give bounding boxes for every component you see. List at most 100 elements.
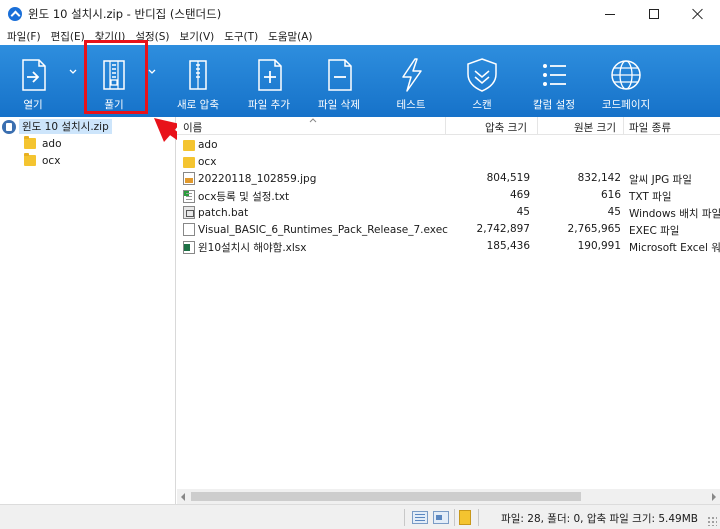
- details-view-icon[interactable]: [412, 511, 428, 524]
- txt-file-icon: [183, 190, 195, 203]
- scroll-right-icon[interactable]: [712, 493, 716, 501]
- original-size: 45: [607, 206, 621, 218]
- test-button[interactable]: 테스트: [388, 45, 434, 117]
- delete-file-icon: [328, 59, 352, 91]
- file-name-cell: patch.bat: [183, 206, 248, 219]
- add-file-label: 파일 추가: [248, 99, 290, 111]
- bat-file-icon: [183, 206, 195, 219]
- original-size: 2,765,965: [567, 223, 621, 235]
- scan-label: 스캔: [472, 99, 492, 111]
- open-button[interactable]: 열기: [13, 45, 53, 117]
- folder-icon: [183, 140, 195, 151]
- file-row[interactable]: Visual_BASIC_6_Runtimes_Pack_Release_7.e…: [177, 221, 720, 238]
- file-name: 20220118_102859.jpg: [198, 172, 317, 185]
- add-file-button[interactable]: 파일 추가: [240, 45, 298, 117]
- column-header-original[interactable]: 원본 크기: [574, 120, 616, 135]
- file-name: Visual_BASIC_6_Runtimes_Pack_Release_7.e…: [198, 223, 448, 236]
- file-name-cell: ocx: [183, 155, 216, 168]
- file-name-cell: ocx등록 및 설정.txt: [183, 189, 289, 204]
- title-bar: 윈도 10 설치시.zip - 반디집 (스탠더드): [0, 0, 720, 28]
- new-archive-icon: [189, 60, 207, 90]
- column-settings-button[interactable]: 칼럼 설정: [526, 45, 582, 117]
- original-size: 616: [600, 189, 621, 201]
- menu-tools[interactable]: 도구(T): [219, 29, 263, 44]
- file-row[interactable]: ocx: [177, 153, 720, 170]
- window-title: 윈도 10 설치시.zip - 반디집 (스탠더드): [28, 7, 222, 21]
- file-row[interactable]: patch.bat 45 45 Windows 배치 파일: [177, 204, 720, 221]
- jpg-file-icon: [183, 172, 195, 185]
- codepage-label: 코드페이지: [601, 99, 651, 111]
- list-header: 이름 압축 크기 원본 크기 파일 종류: [177, 117, 720, 135]
- status-divider: [478, 509, 479, 526]
- delete-file-label: 파일 삭제: [318, 99, 360, 111]
- file-name-cell: Visual_BASIC_6_Runtimes_Pack_Release_7.e…: [183, 223, 448, 236]
- file-name: 윈10설치시 해야함.xlsx: [198, 242, 307, 254]
- folder-icon: [183, 157, 195, 168]
- zip-archive-icon: [2, 119, 16, 134]
- close-button[interactable]: [676, 0, 720, 28]
- column-divider[interactable]: [537, 117, 538, 135]
- packed-size: 2,742,897: [476, 223, 530, 235]
- file-type: EXEC 파일: [629, 225, 680, 237]
- file-row[interactable]: ocx등록 및 설정.txt 469 616 TXT 파일: [177, 187, 720, 204]
- packed-size: 185,436: [486, 240, 530, 252]
- column-divider[interactable]: [445, 117, 446, 135]
- scan-button[interactable]: 스캔: [460, 45, 504, 117]
- original-size: 832,142: [577, 172, 621, 184]
- delete-file-button[interactable]: 파일 삭제: [310, 45, 368, 117]
- packed-size: 45: [516, 206, 530, 218]
- test-label: 테스트: [396, 99, 426, 111]
- maximize-button[interactable]: [632, 0, 676, 28]
- open-dropdown-chevron-icon[interactable]: [68, 67, 78, 77]
- tree-root-item[interactable]: 윈도 10 설치시.zip: [2, 119, 112, 134]
- new-archive-button[interactable]: 새로 압축: [170, 45, 226, 117]
- packed-size: 804,519: [486, 172, 530, 184]
- file-name: ocx등록 및 설정.txt: [198, 191, 290, 203]
- original-size: 190,991: [577, 240, 621, 252]
- status-divider: [454, 509, 455, 526]
- file-list: 이름 압축 크기 원본 크기 파일 종류 ado ocx 20220118_10…: [177, 117, 720, 489]
- file-name-cell: ado: [183, 138, 218, 151]
- extract-dropdown-chevron-icon[interactable]: [147, 67, 157, 77]
- xlsx-file-icon: [183, 241, 195, 254]
- column-settings-label: 칼럼 설정: [533, 99, 575, 111]
- tree-item-ocx[interactable]: ocx: [24, 153, 60, 168]
- column-header-name[interactable]: 이름: [183, 120, 202, 135]
- menu-view[interactable]: 보기(V): [175, 29, 220, 44]
- window-controls: [588, 0, 720, 28]
- status-bar: 파일: 28, 폴더: 0, 압축 파일 크기: 5.49MB: [0, 504, 720, 529]
- preview-view-icon[interactable]: [433, 511, 449, 524]
- scrollbar-thumb[interactable]: [191, 492, 581, 501]
- file-type: 알씨 JPG 파일: [629, 174, 692, 186]
- file-type: Windows 배치 파일: [629, 208, 720, 220]
- column-divider[interactable]: [623, 117, 624, 135]
- codepage-button[interactable]: 코드페이지: [596, 45, 656, 117]
- status-text: 파일: 28, 폴더: 0, 압축 파일 크기: 5.49MB: [501, 513, 698, 525]
- column-header-packed[interactable]: 압축 크기: [485, 120, 527, 135]
- exec-file-icon: [183, 223, 195, 236]
- file-name-cell: 윈10설치시 해야함.xlsx: [183, 240, 306, 255]
- bandizip-app-icon: [8, 7, 22, 21]
- minimize-button[interactable]: [588, 0, 632, 28]
- packed-size: 469: [509, 189, 530, 201]
- tree-item-label: ado: [42, 137, 62, 150]
- extract-highlight-box: [84, 40, 148, 114]
- status-divider: [404, 509, 405, 526]
- file-type: Microsoft Excel 워크시트: [629, 242, 720, 254]
- folder-icon: [24, 153, 36, 166]
- menu-help[interactable]: 도움말(A): [263, 29, 317, 44]
- shield-icon: [467, 58, 497, 92]
- open-label: 열기: [23, 99, 43, 111]
- archive-file-icon: [459, 510, 471, 525]
- column-header-type[interactable]: 파일 종류: [629, 120, 671, 135]
- file-row[interactable]: 윈10설치시 해야함.xlsx 185,436 190,991 Microsof…: [177, 238, 720, 255]
- menu-file[interactable]: 파일(F): [2, 29, 46, 44]
- scroll-left-icon[interactable]: [181, 493, 185, 501]
- tree-item-ado[interactable]: ado: [24, 136, 62, 151]
- resize-grip-icon[interactable]: [707, 516, 717, 526]
- file-row[interactable]: 20220118_102859.jpg 804,519 832,142 알씨 J…: [177, 170, 720, 187]
- file-row[interactable]: ado: [177, 136, 720, 153]
- horizontal-scrollbar[interactable]: [177, 489, 720, 504]
- open-archive-icon: [22, 59, 46, 91]
- tree-item-label: ocx: [42, 154, 61, 167]
